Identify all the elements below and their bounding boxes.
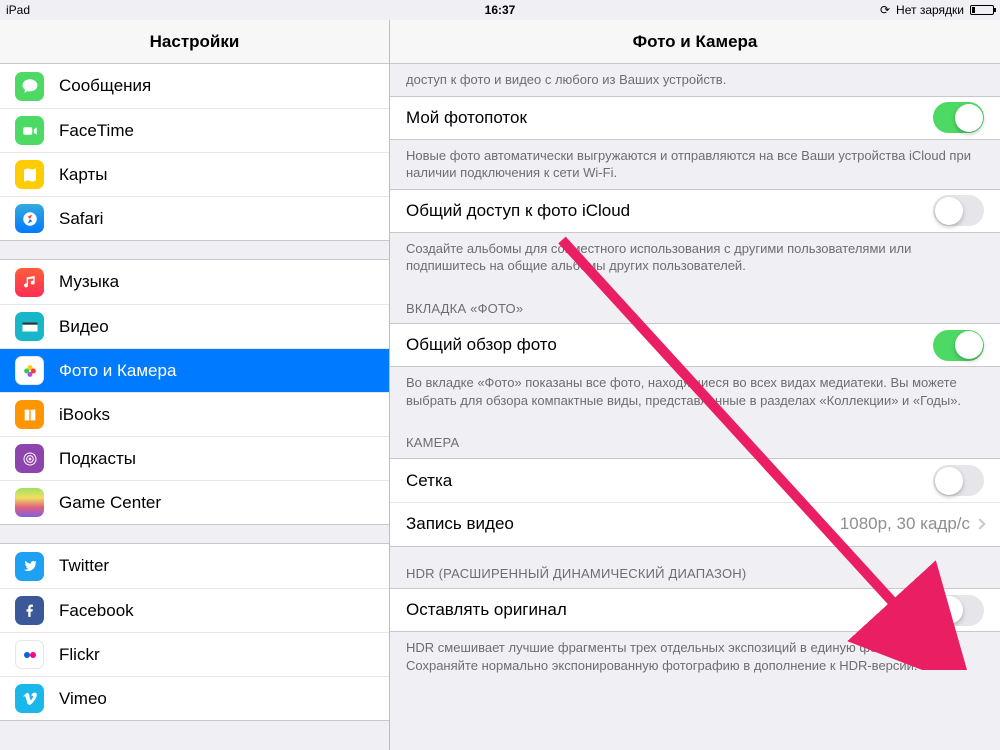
- sharing-footer: Создайте альбомы для совместного использ…: [390, 233, 1000, 282]
- toggle-summarize-photos[interactable]: [933, 330, 984, 361]
- sidebar-item-videos[interactable]: Видео: [0, 304, 389, 348]
- toggle-icloud-sharing[interactable]: [933, 195, 984, 226]
- sidebar-item-label: Карты: [59, 165, 107, 185]
- icloud-library-footer: доступ к фото и видео с любого из Ваших …: [390, 64, 1000, 96]
- cell-grid[interactable]: Сетка: [390, 459, 1000, 503]
- sidebar-item-label: Game Center: [59, 493, 161, 513]
- sidebar-item-label: iBooks: [59, 405, 110, 425]
- cell-record-video[interactable]: Запись видео 1080p, 30 кадр/с: [390, 502, 1000, 546]
- toggle-keep-original[interactable]: [933, 595, 984, 626]
- toggle-photostream[interactable]: [933, 102, 984, 133]
- cell-icloud-sharing[interactable]: Общий доступ к фото iCloud: [390, 189, 1000, 233]
- sidebar-title: Настройки: [0, 20, 389, 64]
- photostab-footer: Во вкладке «Фото» показаны все фото, нах…: [390, 367, 1000, 416]
- sidebar-item-label: Сообщения: [59, 76, 151, 96]
- cell-label: Общий обзор фото: [406, 335, 933, 355]
- toggle-grid[interactable]: [933, 465, 984, 496]
- sidebar-item-gamecenter[interactable]: Game Center: [0, 480, 389, 524]
- flickr-icon: [15, 640, 44, 669]
- podcasts-icon: [15, 444, 44, 473]
- sidebar-item-podcasts[interactable]: Подкасты: [0, 436, 389, 480]
- facetime-icon: [15, 116, 44, 145]
- status-time: 16:37: [485, 3, 516, 17]
- music-icon: [15, 268, 44, 297]
- sidebar-list[interactable]: Сообщения FaceTime Карты Safari Музыка В…: [0, 64, 389, 750]
- device-name: iPad: [6, 3, 30, 17]
- sidebar-item-label: Flickr: [59, 645, 100, 665]
- detail-scroll[interactable]: доступ к фото и видео с любого из Ваших …: [390, 64, 1000, 750]
- ibooks-icon: [15, 400, 44, 429]
- settings-sidebar: Настройки Сообщения FaceTime Карты Safar…: [0, 20, 390, 750]
- cell-my-photostream[interactable]: Мой фотопоток: [390, 96, 1000, 140]
- cell-label: Оставлять оригинал: [406, 600, 933, 620]
- sidebar-item-label: Twitter: [59, 556, 109, 576]
- photos-icon: [15, 356, 44, 385]
- cell-label: Запись видео: [406, 514, 840, 534]
- section-header-photos-tab: ВКЛАДКА «ФОТО»: [390, 282, 1000, 324]
- twitter-icon: [15, 552, 44, 581]
- sidebar-item-label: Safari: [59, 209, 103, 229]
- section-header-hdr: HDR (РАСШИРЕННЫЙ ДИНАМИЧЕСКИЙ ДИАПАЗОН): [390, 547, 1000, 589]
- sidebar-item-maps[interactable]: Карты: [0, 152, 389, 196]
- status-bar: iPad 16:37 ⟳ Нет зарядки: [0, 0, 1000, 20]
- sidebar-item-label: Facebook: [59, 601, 134, 621]
- sidebar-item-music[interactable]: Музыка: [0, 260, 389, 304]
- section-header-camera: КАМЕРА: [390, 416, 1000, 458]
- cell-label: Сетка: [406, 471, 933, 491]
- cell-value: 1080p, 30 кадр/с: [840, 514, 970, 534]
- safari-icon: [15, 204, 44, 233]
- hdr-footer: HDR смешивает лучшие фрагменты трех отде…: [390, 632, 1000, 681]
- detail-title: Фото и Камера: [390, 20, 1000, 64]
- sidebar-item-facetime[interactable]: FaceTime: [0, 108, 389, 152]
- sidebar-item-label: Подкасты: [59, 449, 136, 469]
- video-icon: [15, 312, 44, 341]
- detail-pane: Фото и Камера доступ к фото и видео с лю…: [390, 20, 1000, 750]
- sidebar-item-vimeo[interactable]: Vimeo: [0, 676, 389, 720]
- gamecenter-icon: [15, 488, 44, 517]
- sidebar-item-label: Фото и Камера: [59, 361, 176, 381]
- sidebar-item-twitter[interactable]: Twitter: [0, 544, 389, 588]
- sidebar-item-photos-camera[interactable]: Фото и Камера: [0, 348, 389, 392]
- cell-label: Общий доступ к фото iCloud: [406, 201, 933, 221]
- chevron-right-icon: [974, 519, 985, 530]
- sidebar-item-flickr[interactable]: Flickr: [0, 632, 389, 676]
- sidebar-item-label: Видео: [59, 317, 109, 337]
- sidebar-item-label: FaceTime: [59, 121, 134, 141]
- charging-status: Нет зарядки: [896, 3, 964, 17]
- cell-keep-original[interactable]: Оставлять оригинал: [390, 588, 1000, 632]
- battery-icon: [970, 5, 994, 15]
- sidebar-item-label: Музыка: [59, 272, 119, 292]
- sidebar-item-messages[interactable]: Сообщения: [0, 64, 389, 108]
- cell-label: Мой фотопоток: [406, 108, 933, 128]
- sync-icon: ⟳: [880, 3, 890, 17]
- sidebar-item-facebook[interactable]: Facebook: [0, 588, 389, 632]
- cell-summarize-photos[interactable]: Общий обзор фото: [390, 323, 1000, 367]
- vimeo-icon: [15, 684, 44, 713]
- messages-icon: [15, 72, 44, 101]
- facebook-icon: [15, 596, 44, 625]
- sidebar-item-safari[interactable]: Safari: [0, 196, 389, 240]
- photostream-footer: Новые фото автоматически выгружаются и о…: [390, 140, 1000, 189]
- sidebar-item-ibooks[interactable]: iBooks: [0, 392, 389, 436]
- sidebar-item-label: Vimeo: [59, 689, 107, 709]
- maps-icon: [15, 160, 44, 189]
